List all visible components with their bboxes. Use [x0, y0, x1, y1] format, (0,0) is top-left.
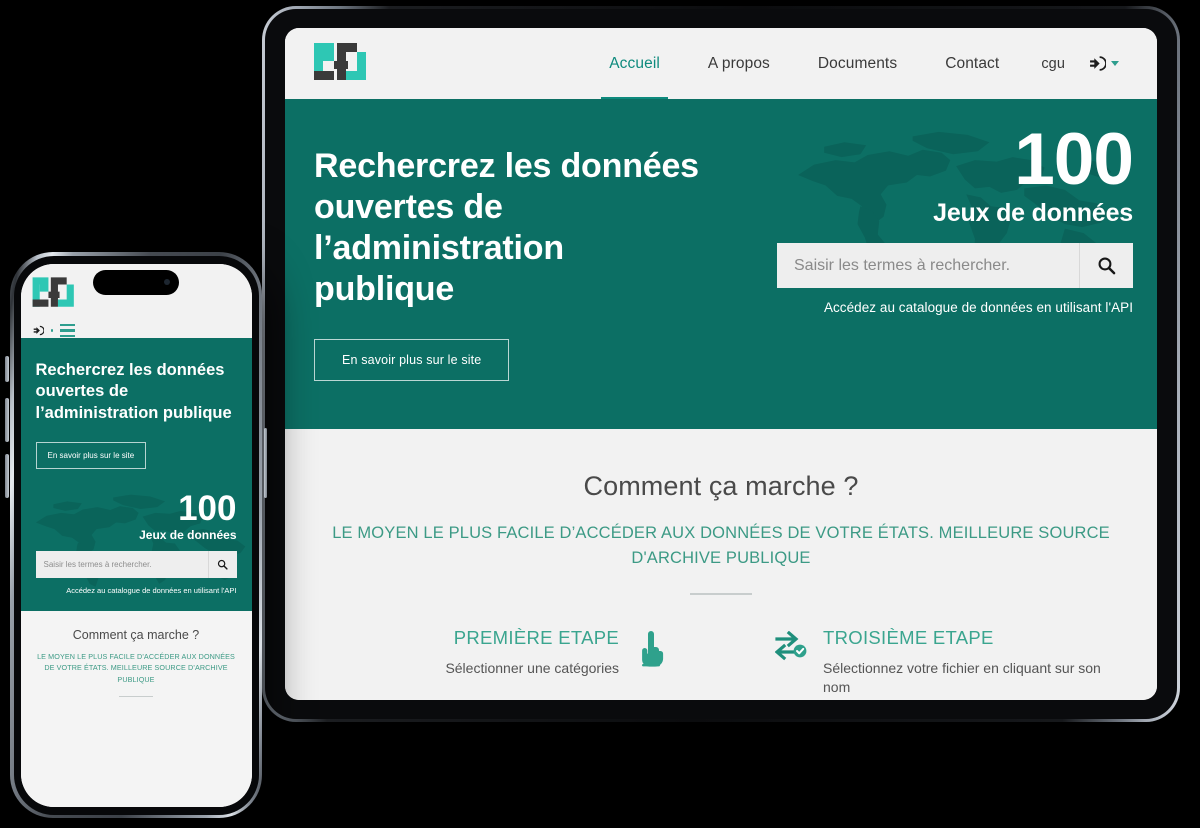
search-icon	[217, 559, 228, 570]
step-desc: Sélectionner une catégories	[445, 659, 619, 676]
api-link-text[interactable]: Accédez au catalogue de données en utili…	[777, 300, 1133, 315]
how-it-works-section: Comment ça marche ? LE MOYEN LE PLUS FAC…	[285, 429, 1157, 700]
phone-screen: Rechercrez les données ouvertes de l’adm…	[20, 263, 252, 807]
dataset-count-label: Jeux de données	[933, 199, 1133, 228]
phone-hero: Rechercrez les données ouvertes de l’adm…	[20, 337, 252, 611]
front-camera-icon	[164, 279, 170, 285]
hero-cta-button[interactable]: En savoir plus sur le site	[314, 338, 510, 381]
phone-mute-button[interactable]	[5, 356, 9, 382]
step-icon-wrap	[633, 627, 667, 698]
step-card-third: TROISIÈME ETAPE Sélectionnez votre fichi…	[774, 627, 1105, 698]
divider-rule	[119, 695, 153, 698]
nav-item-a-propos[interactable]: A propos	[684, 28, 794, 99]
tablet-hero: Rechercrez les données ouvertes de l’adm…	[285, 99, 1157, 429]
h-logo-icon[interactable]	[31, 273, 77, 315]
how-subtitle: LE MOYEN LE PLUS FACILE D’ACCÉDER AUX DO…	[37, 651, 235, 685]
chevron-down-icon	[1111, 61, 1119, 66]
hero-cta-button[interactable]: En savoir plus sur le site	[35, 441, 147, 469]
how-it-works-section: Comment ça marche ? LE MOYEN LE PLUS FAC…	[20, 610, 252, 807]
page-root: Accueil A propos Documents Contact cgu R…	[0, 0, 1200, 828]
hero-right-column: 100 Jeux de données Accédez au ca	[777, 99, 1157, 429]
search-input[interactable]	[777, 243, 1079, 289]
login-icon[interactable]	[33, 325, 44, 336]
dataset-count-label: Jeux de données	[139, 527, 237, 542]
step-title: TROISIÈME ETAPE	[823, 626, 994, 648]
nav-item-contact[interactable]: Contact	[921, 28, 1023, 99]
step-desc: Sélectionnez votre fichier en cliquant s…	[823, 659, 1101, 695]
step-title: PREMIÈRE ETAPE	[453, 626, 619, 648]
hamburger-menu-icon[interactable]	[60, 323, 75, 338]
tablet-device-frame: Accueil A propos Documents Contact cgu R…	[262, 6, 1180, 722]
tablet-bezel: Accueil A propos Documents Contact cgu R…	[265, 9, 1177, 719]
login-icon	[1090, 56, 1106, 71]
search-button[interactable]	[1079, 243, 1133, 289]
nav-label: Accueil	[609, 54, 660, 72]
hero-headline: Rechercrez les données ouvertes de l’adm…	[35, 360, 232, 423]
tablet-navbar: Accueil A propos Documents Contact cgu	[285, 28, 1157, 99]
hero-left-column: Rechercrez les données ouvertes de l’adm…	[285, 99, 705, 429]
hero-search-bar	[35, 550, 237, 578]
divider-rule	[690, 592, 752, 595]
step-text: PREMIÈRE ETAPE Sélectionner une catégori…	[337, 627, 633, 698]
tablet-screen: Accueil A propos Documents Contact cgu R…	[285, 28, 1157, 700]
api-link-text[interactable]: Accédez au catalogue de données en utili…	[36, 586, 236, 595]
nav-label: Contact	[945, 54, 1000, 72]
nav-label: Documents	[817, 54, 898, 72]
how-title: Comment ça marche ?	[583, 471, 859, 501]
dataset-count: 100	[178, 488, 237, 528]
step-text: TROISIÈME ETAPE Sélectionnez votre fichi…	[809, 627, 1105, 698]
nav-separator-dot	[50, 329, 53, 332]
phone-volume-down-button[interactable]	[5, 454, 9, 498]
nav-item-cgu[interactable]: cgu	[1023, 28, 1083, 99]
hero-search-bar	[777, 243, 1133, 289]
pointing-hand-icon	[642, 630, 664, 667]
transfer-check-icon	[774, 630, 807, 660]
how-subtitle: LE MOYEN LE PLUS FACILE D’ACCÉDER AUX DO…	[332, 524, 1110, 567]
phone-nav-icons	[31, 323, 252, 338]
h-logo-icon	[314, 42, 366, 80]
step-card-first: PREMIÈRE ETAPE Sélectionner une catégori…	[337, 627, 667, 698]
search-icon	[1098, 257, 1116, 275]
phone-volume-up-button[interactable]	[5, 398, 9, 442]
phone-count-block: 100 Jeux de données	[36, 488, 237, 542]
search-input[interactable]	[35, 550, 208, 578]
nav-item-accueil[interactable]: Accueil	[585, 28, 684, 99]
phone-notch	[93, 269, 179, 295]
step-icon-wrap	[774, 627, 809, 698]
login-dropdown[interactable]	[1083, 28, 1135, 99]
phone-bezel: Rechercrez les données ouvertes de l’adm…	[13, 255, 259, 815]
nav-label: A propos	[707, 54, 770, 72]
nav-item-documents[interactable]: Documents	[794, 28, 921, 99]
nav-label: cgu	[1041, 55, 1065, 72]
how-title: Comment ça marche ?	[72, 627, 200, 642]
phone-device-frame: Rechercrez les données ouvertes de l’adm…	[5, 252, 267, 818]
steps-row: PREMIÈRE ETAPE Sélectionner une catégori…	[315, 627, 1127, 698]
phone-power-button[interactable]	[263, 428, 267, 498]
site-logo[interactable]	[285, 28, 370, 99]
dataset-count: 100	[1014, 119, 1134, 200]
search-button[interactable]	[207, 550, 237, 578]
tablet-nav-links: Accueil A propos Documents Contact cgu	[585, 28, 1157, 99]
hero-headline: Rechercrez les données ouvertes de l’adm…	[314, 147, 699, 309]
